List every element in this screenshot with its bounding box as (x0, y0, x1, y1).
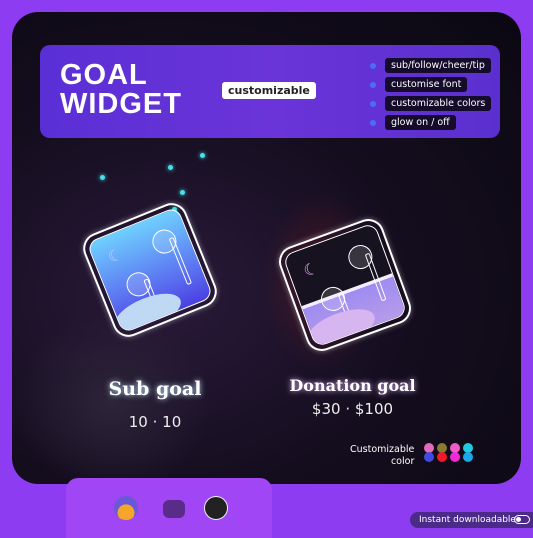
moon-icon: ☾ (300, 257, 321, 281)
feature-item: customise font (370, 75, 491, 94)
feature-label: customizable colors (385, 96, 492, 111)
color-swatch (450, 443, 460, 462)
customizable-chip: customizable (222, 82, 316, 99)
toggle-icon (514, 515, 530, 524)
color-swatch (463, 443, 473, 462)
title-line: WIDGET (60, 88, 182, 120)
feature-item: glow on / off (370, 113, 491, 132)
header-banner: GOAL WIDGET customizable sub/follow/chee… (40, 45, 500, 138)
instant-downloadable-badge: Instant downloadable (410, 512, 533, 528)
sparkle-particle (100, 175, 105, 180)
swatch-dot (424, 452, 434, 462)
color-swatch (437, 443, 447, 462)
feature-item: customizable colors (370, 94, 492, 113)
sparkle-particle (180, 190, 185, 195)
swatch-dot (450, 452, 460, 462)
bullet-icon (370, 62, 376, 69)
customizable-color-label: Customizable color (350, 444, 415, 467)
page-title: GOAL WIDGET (60, 61, 182, 119)
feature-label: glow on / off (385, 115, 456, 130)
feature-label: sub/follow/cheer/tip (385, 58, 491, 73)
bullet-icon (370, 119, 376, 126)
feature-item: sub/follow/cheer/tip (370, 56, 491, 75)
goal-value: 10 · 10 (128, 413, 182, 431)
twitch-icon (163, 500, 185, 518)
swatch-dot (463, 452, 473, 462)
bullet-icon (370, 100, 376, 107)
color-swatches (424, 443, 473, 462)
feature-label: customise font (385, 77, 468, 92)
sparkle-particle (200, 153, 205, 158)
title-line: GOAL (60, 59, 148, 91)
color-swatch (424, 443, 434, 462)
swatch-dot (437, 452, 447, 462)
bullet-icon (370, 81, 376, 88)
obs-icon (204, 496, 228, 520)
goal-label: Sub goal (108, 378, 202, 400)
streamlabs-icon (114, 496, 138, 520)
goal-value: $30 · $100 (311, 400, 394, 418)
sparkle-particle (168, 165, 173, 170)
feature-list: sub/follow/cheer/tip customise font cust… (370, 56, 492, 132)
goal-label: Donation goal (289, 376, 416, 395)
